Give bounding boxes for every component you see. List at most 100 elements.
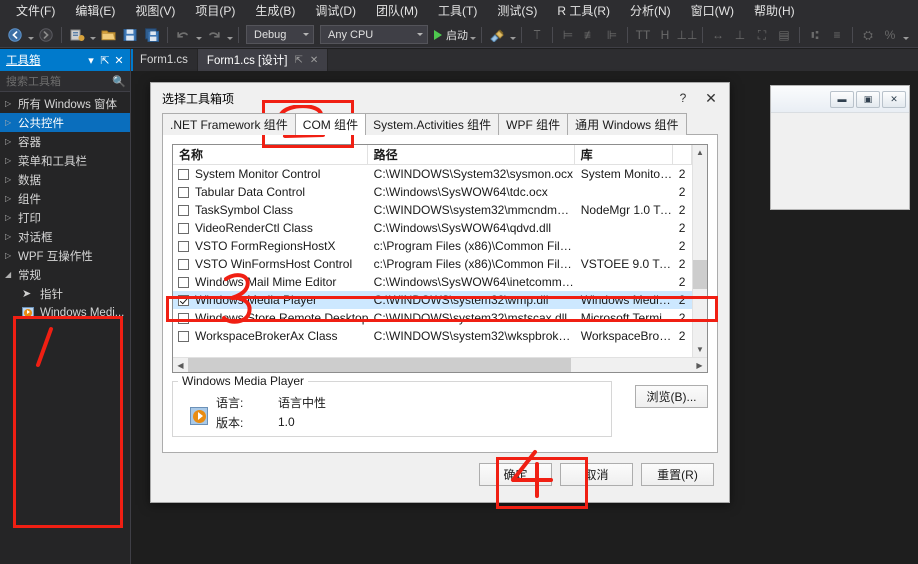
tab-wpf-components[interactable]: WPF 组件 bbox=[498, 113, 569, 135]
scroll-thumb[interactable] bbox=[188, 357, 572, 372]
column-header-version[interactable] bbox=[673, 145, 692, 164]
new-project-icon[interactable] bbox=[67, 25, 87, 45]
expander-icon[interactable]: ▷ bbox=[5, 213, 18, 222]
menu-item-tools[interactable]: 工具(T) bbox=[428, 1, 487, 22]
toolbox-item-dialogs[interactable]: ▷ 对话框 bbox=[0, 227, 130, 246]
browse-button[interactable]: 浏览(B)... bbox=[635, 385, 708, 408]
toolbox-item-data[interactable]: ▷ 数据 bbox=[0, 170, 130, 189]
menu-item-file[interactable]: 文件(F) bbox=[6, 1, 65, 22]
menu-item-test[interactable]: 测试(S) bbox=[487, 1, 547, 22]
save-icon[interactable] bbox=[120, 25, 140, 45]
search-icon[interactable]: 🔍 bbox=[112, 75, 126, 88]
table-row[interactable]: VideoRenderCtl Class C:\Windows\SysWOW64… bbox=[173, 219, 692, 237]
ok-button[interactable]: 确定 bbox=[479, 463, 552, 486]
center-horizontally-icon[interactable]: ⛶ bbox=[752, 25, 772, 45]
toolbar-overflow-icon[interactable] bbox=[901, 25, 910, 45]
chevron-down-icon[interactable]: ▾ bbox=[84, 54, 98, 67]
table-row[interactable]: Tabular Data Control C:\Windows\SysWOW64… bbox=[173, 183, 692, 201]
reset-button[interactable]: 重置(R) bbox=[641, 463, 714, 486]
tab-com-components[interactable]: COM 组件 bbox=[294, 113, 367, 135]
toolbox-search-input[interactable]: 搜索工具箱 bbox=[6, 73, 112, 89]
attach-process-icon[interactable] bbox=[487, 25, 507, 45]
code-metrics-icon[interactable]: % bbox=[880, 25, 900, 45]
table-row[interactable]: Windows Mail Mime Editor C:\Windows\SysW… bbox=[173, 273, 692, 291]
test-explorer-icon[interactable]: ⛭ bbox=[858, 25, 878, 45]
close-icon[interactable]: ✕ bbox=[112, 54, 126, 67]
toolbox-item-windows-media-player[interactable]: Windows Medi... bbox=[0, 303, 130, 322]
bring-to-front-icon[interactable]: ▤ bbox=[774, 25, 794, 45]
tab-universal-windows-components[interactable]: 通用 Windows 组件 bbox=[567, 113, 687, 135]
scroll-thumb[interactable] bbox=[693, 260, 707, 290]
expander-icon[interactable]: ▷ bbox=[5, 137, 18, 146]
menu-item-rtools[interactable]: R 工具(R) bbox=[547, 1, 620, 22]
navigate-backward-dropdown-icon[interactable] bbox=[26, 25, 35, 45]
toolbox-item-menus-toolbars[interactable]: ▷ 菜单和工具栏 bbox=[0, 151, 130, 170]
maximize-icon[interactable]: ▣ bbox=[856, 90, 880, 108]
toolbox-item-pointer[interactable]: ➤ 指针 bbox=[0, 284, 130, 303]
save-all-icon[interactable] bbox=[142, 25, 162, 45]
pin-icon[interactable]: ⇱ bbox=[294, 55, 302, 66]
solution-configuration-combo[interactable]: Debug bbox=[246, 25, 314, 44]
pin-icon[interactable]: ⇱ bbox=[98, 54, 112, 67]
lock-controls-icon[interactable]: ≡ bbox=[827, 25, 847, 45]
scroll-track[interactable] bbox=[693, 160, 707, 342]
close-icon[interactable]: ✕ bbox=[697, 86, 725, 110]
tab-form1-cs[interactable]: Form1.cs bbox=[131, 49, 198, 71]
cancel-button[interactable]: 取消 bbox=[560, 463, 633, 486]
redo-icon[interactable] bbox=[204, 25, 224, 45]
table-row[interactable]: VSTO FormRegionsHostX c:\Program Files (… bbox=[173, 237, 692, 255]
make-same-width-icon[interactable]: TT bbox=[633, 25, 653, 45]
expander-icon[interactable]: ▷ bbox=[5, 175, 18, 184]
close-icon[interactable]: ✕ bbox=[882, 90, 906, 108]
row-checkbox[interactable] bbox=[178, 294, 189, 306]
horizontal-spacing-icon[interactable]: ↔ bbox=[708, 25, 728, 45]
tab-system-activities-components[interactable]: System.Activities 组件 bbox=[365, 113, 500, 135]
row-checkbox[interactable] bbox=[178, 222, 189, 234]
align-tops-icon[interactable]: ⟙ bbox=[527, 25, 547, 45]
row-checkbox[interactable] bbox=[178, 312, 189, 324]
toolbox-item-wpf-interoperability[interactable]: ▷ WPF 互操作性 bbox=[0, 246, 130, 265]
toolbox-item-printing[interactable]: ▷ 打印 bbox=[0, 208, 130, 227]
row-checkbox[interactable] bbox=[178, 204, 189, 216]
minimize-icon[interactable]: ▬ bbox=[830, 90, 854, 108]
table-row[interactable]: Windows Store Remote Desktop C... C:\WIN… bbox=[173, 309, 692, 327]
navigate-forward-icon[interactable] bbox=[36, 25, 56, 45]
column-header-library[interactable]: 库 bbox=[575, 145, 673, 164]
expander-icon[interactable]: ◢ bbox=[5, 270, 18, 279]
row-checkbox[interactable] bbox=[178, 186, 189, 198]
menu-item-edit[interactable]: 编辑(E) bbox=[65, 1, 125, 22]
align-centers-icon[interactable]: ≢ bbox=[580, 25, 600, 45]
tab-form1-cs-design[interactable]: Form1.cs [设计] ⇱ ✕ bbox=[197, 49, 329, 71]
undo-icon[interactable] bbox=[173, 25, 193, 45]
row-checkbox[interactable] bbox=[178, 168, 189, 180]
open-folder-icon[interactable] bbox=[98, 25, 118, 45]
chevron-left-icon[interactable]: ◀ bbox=[173, 361, 188, 370]
expander-icon[interactable]: ▷ bbox=[5, 156, 18, 165]
undo-dropdown-icon[interactable] bbox=[194, 25, 203, 45]
row-checkbox[interactable] bbox=[178, 276, 189, 288]
table-row[interactable]: WorkspaceBrokerAx Class C:\WINDOWS\syste… bbox=[173, 327, 692, 345]
solution-platform-combo[interactable]: Any CPU bbox=[320, 25, 428, 44]
windows-media-player-row[interactable]: Windows Media Player C:\WINDOWS\system32… bbox=[173, 291, 692, 309]
expander-icon[interactable]: ▷ bbox=[5, 118, 18, 127]
attach-process-dropdown-icon[interactable] bbox=[508, 25, 517, 45]
close-icon[interactable]: ✕ bbox=[310, 55, 318, 66]
menu-item-help[interactable]: 帮助(H) bbox=[744, 1, 805, 22]
help-icon[interactable]: ? bbox=[669, 86, 697, 110]
vertical-spacing-icon[interactable]: ⊥ bbox=[730, 25, 750, 45]
tab-order-icon[interactable]: ⑆ bbox=[805, 25, 825, 45]
list-vertical-scrollbar[interactable]: ▲ ▼ bbox=[692, 145, 707, 357]
toolbox-item-containers[interactable]: ▷ 容器 bbox=[0, 132, 130, 151]
menu-item-view[interactable]: 视图(V) bbox=[125, 1, 185, 22]
new-project-dropdown-icon[interactable] bbox=[88, 25, 97, 45]
tab-net-framework-components[interactable]: .NET Framework 组件 bbox=[162, 113, 296, 135]
toolbox-item-components[interactable]: ▷ 组件 bbox=[0, 189, 130, 208]
redo-dropdown-icon[interactable] bbox=[225, 25, 234, 45]
align-rights-icon[interactable]: ⊫ bbox=[602, 25, 622, 45]
toolbox-item-common-controls[interactable]: ▷ 公共控件 bbox=[0, 113, 130, 132]
row-checkbox[interactable] bbox=[178, 258, 189, 270]
make-same-size-icon[interactable]: ⊥⊥ bbox=[677, 25, 698, 45]
menu-item-debug[interactable]: 调试(D) bbox=[305, 1, 366, 22]
expander-icon[interactable]: ▷ bbox=[5, 99, 18, 108]
make-same-height-icon[interactable]: H bbox=[655, 25, 675, 45]
